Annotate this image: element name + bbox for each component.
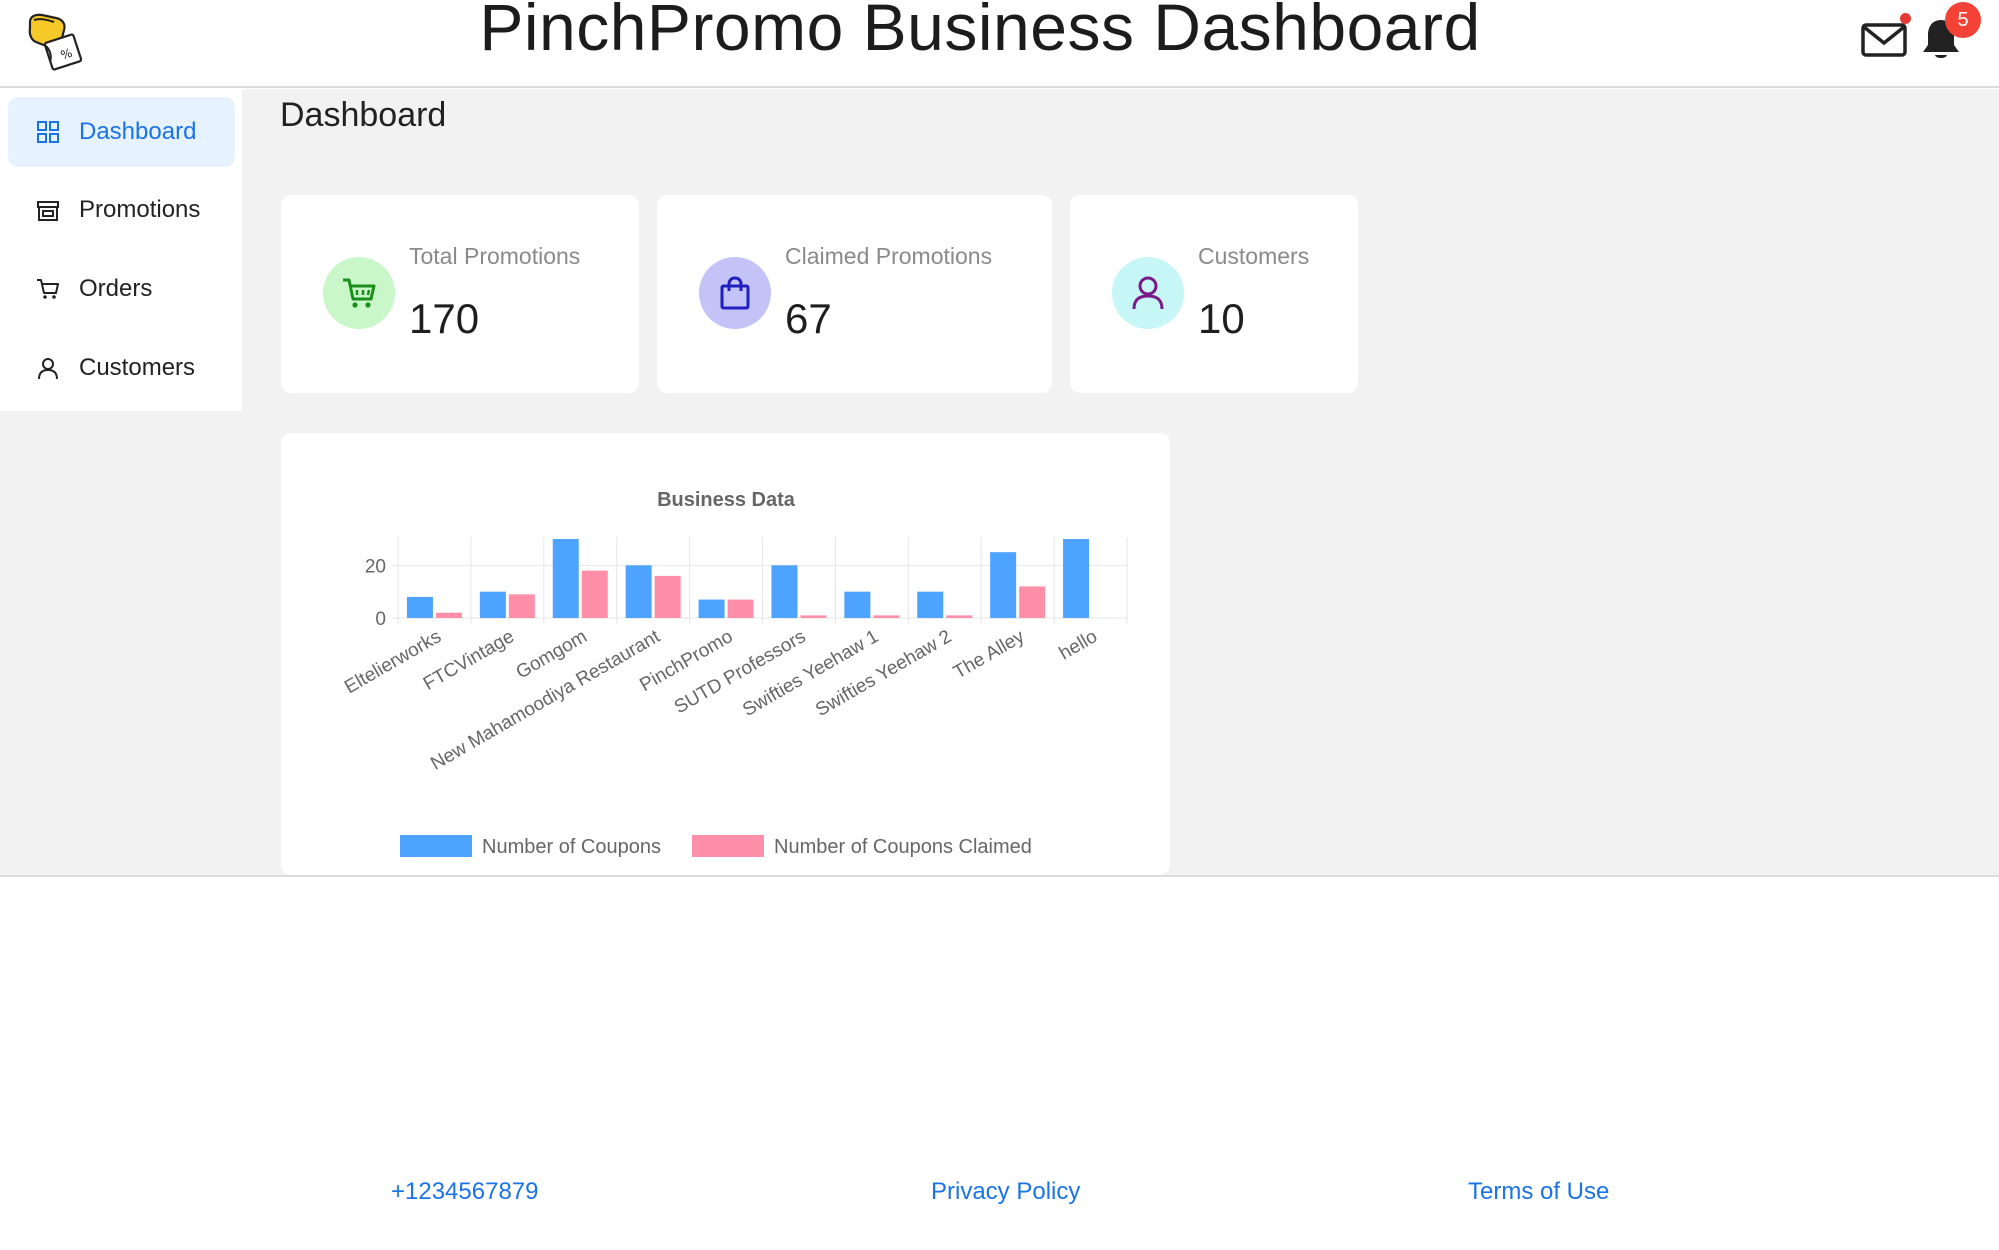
top-header: % PinchPromo Business Dashboard 5 <box>0 0 1999 88</box>
chart-bar <box>508 594 535 618</box>
user-icon <box>1132 276 1164 310</box>
chart-bar <box>406 596 433 618</box>
sidebar-item-promotions[interactable]: Promotions <box>8 175 235 245</box>
sidebar-item-orders[interactable]: Orders <box>8 254 235 324</box>
legend-label: Number of Coupons Claimed <box>774 836 1032 858</box>
chart-bar <box>800 615 827 618</box>
shopping-bag-icon <box>720 276 750 310</box>
sidebar-item-label: Orders <box>79 275 153 302</box>
stat-value: 67 <box>785 295 832 342</box>
chart-bar <box>727 599 754 618</box>
stat-card-customers: Customers 10 <box>1070 195 1358 393</box>
chart-bar <box>873 615 900 618</box>
chart-bar <box>552 539 579 618</box>
sidebar-item-label: Customers <box>79 354 196 381</box>
chart-y-axis: 0 20 <box>365 556 386 630</box>
mail-icon[interactable] <box>1860 18 1910 60</box>
cart-icon <box>343 278 376 308</box>
chart-bar <box>844 591 871 618</box>
business-data-chart: Business Data 0 20 EltelierworksFTCVintag… <box>341 489 1128 858</box>
app-title: PinchPromo Business Dashboard <box>479 0 1481 64</box>
sidebar-item-customers[interactable]: Customers <box>8 333 235 403</box>
footer-phone-link[interactable]: +1234567879 <box>391 1178 539 1206</box>
chart-y-tick-label: 20 <box>365 556 386 577</box>
sidebar-item-label: Promotions <box>79 196 201 223</box>
stat-value: 10 <box>1198 295 1245 342</box>
stat-label: Customers <box>1198 243 1310 269</box>
sidebar: Dashboard Promotions Orders Customers <box>0 89 242 411</box>
footer-terms-of-use-link[interactable]: Terms of Use <box>1468 1178 1609 1206</box>
page-title: Dashboard <box>280 96 447 134</box>
chart-bar <box>771 565 798 618</box>
business-data-chart-card: Business Data 0 20 Eltelierworks FTCVintag… <box>281 433 1170 875</box>
chart-bar <box>435 612 462 618</box>
chart-bar <box>581 570 608 618</box>
chart-x-axis: EltelierworksFTCVintageGomgomNew Mahamoo… <box>341 626 1101 775</box>
chart-bars <box>406 539 1090 618</box>
stat-label: Claimed Promotions <box>785 243 993 269</box>
stat-value: 170 <box>409 295 480 342</box>
chart-title: Business Data <box>657 489 796 511</box>
sidebar-item-label: Dashboard <box>79 118 197 145</box>
chart-bar <box>990 552 1017 618</box>
mail-unread-dot <box>1900 13 1911 24</box>
user-icon <box>38 358 58 380</box>
stat-label: Total Promotions <box>409 243 581 269</box>
chart-bar <box>625 565 652 618</box>
cart-icon <box>37 279 59 299</box>
legend-swatch <box>400 835 472 857</box>
chart-bar <box>1019 586 1046 618</box>
chart-bar <box>1063 539 1090 618</box>
chart-y-tick-label: 0 <box>375 609 386 630</box>
grid-icon <box>37 121 59 143</box>
store-icon <box>37 201 59 221</box>
stat-card-total-promotions: Total Promotions 170 <box>281 195 639 393</box>
sidebar-item-dashboard[interactable]: Dashboard <box>8 97 235 167</box>
legend-label: Number of Coupons <box>482 836 661 858</box>
chart-bar <box>698 599 725 618</box>
legend-swatch <box>692 835 764 857</box>
stat-icon-circle <box>699 257 771 329</box>
notification-count-badge: 5 <box>1945 2 1981 38</box>
stat-icon-circle <box>1112 257 1184 329</box>
chart-bar <box>479 591 506 618</box>
chart-x-tick-label: Swifties Yeehaw 2 <box>812 626 955 721</box>
chart-legend[interactable]: Number of Coupons Number of Coupons Claim… <box>400 835 1032 858</box>
chart-x-tick-label: The Alley <box>950 626 1029 684</box>
stat-card-claimed-promotions: Claimed Promotions 67 <box>657 195 1052 393</box>
chart-bar <box>917 591 944 618</box>
chart-bar <box>654 575 681 618</box>
stat-icon-circle <box>323 257 395 329</box>
chart-bar <box>946 615 973 618</box>
footer-privacy-policy-link[interactable]: Privacy Policy <box>931 1178 1080 1206</box>
chart-x-tick-label: hello <box>1056 626 1101 664</box>
